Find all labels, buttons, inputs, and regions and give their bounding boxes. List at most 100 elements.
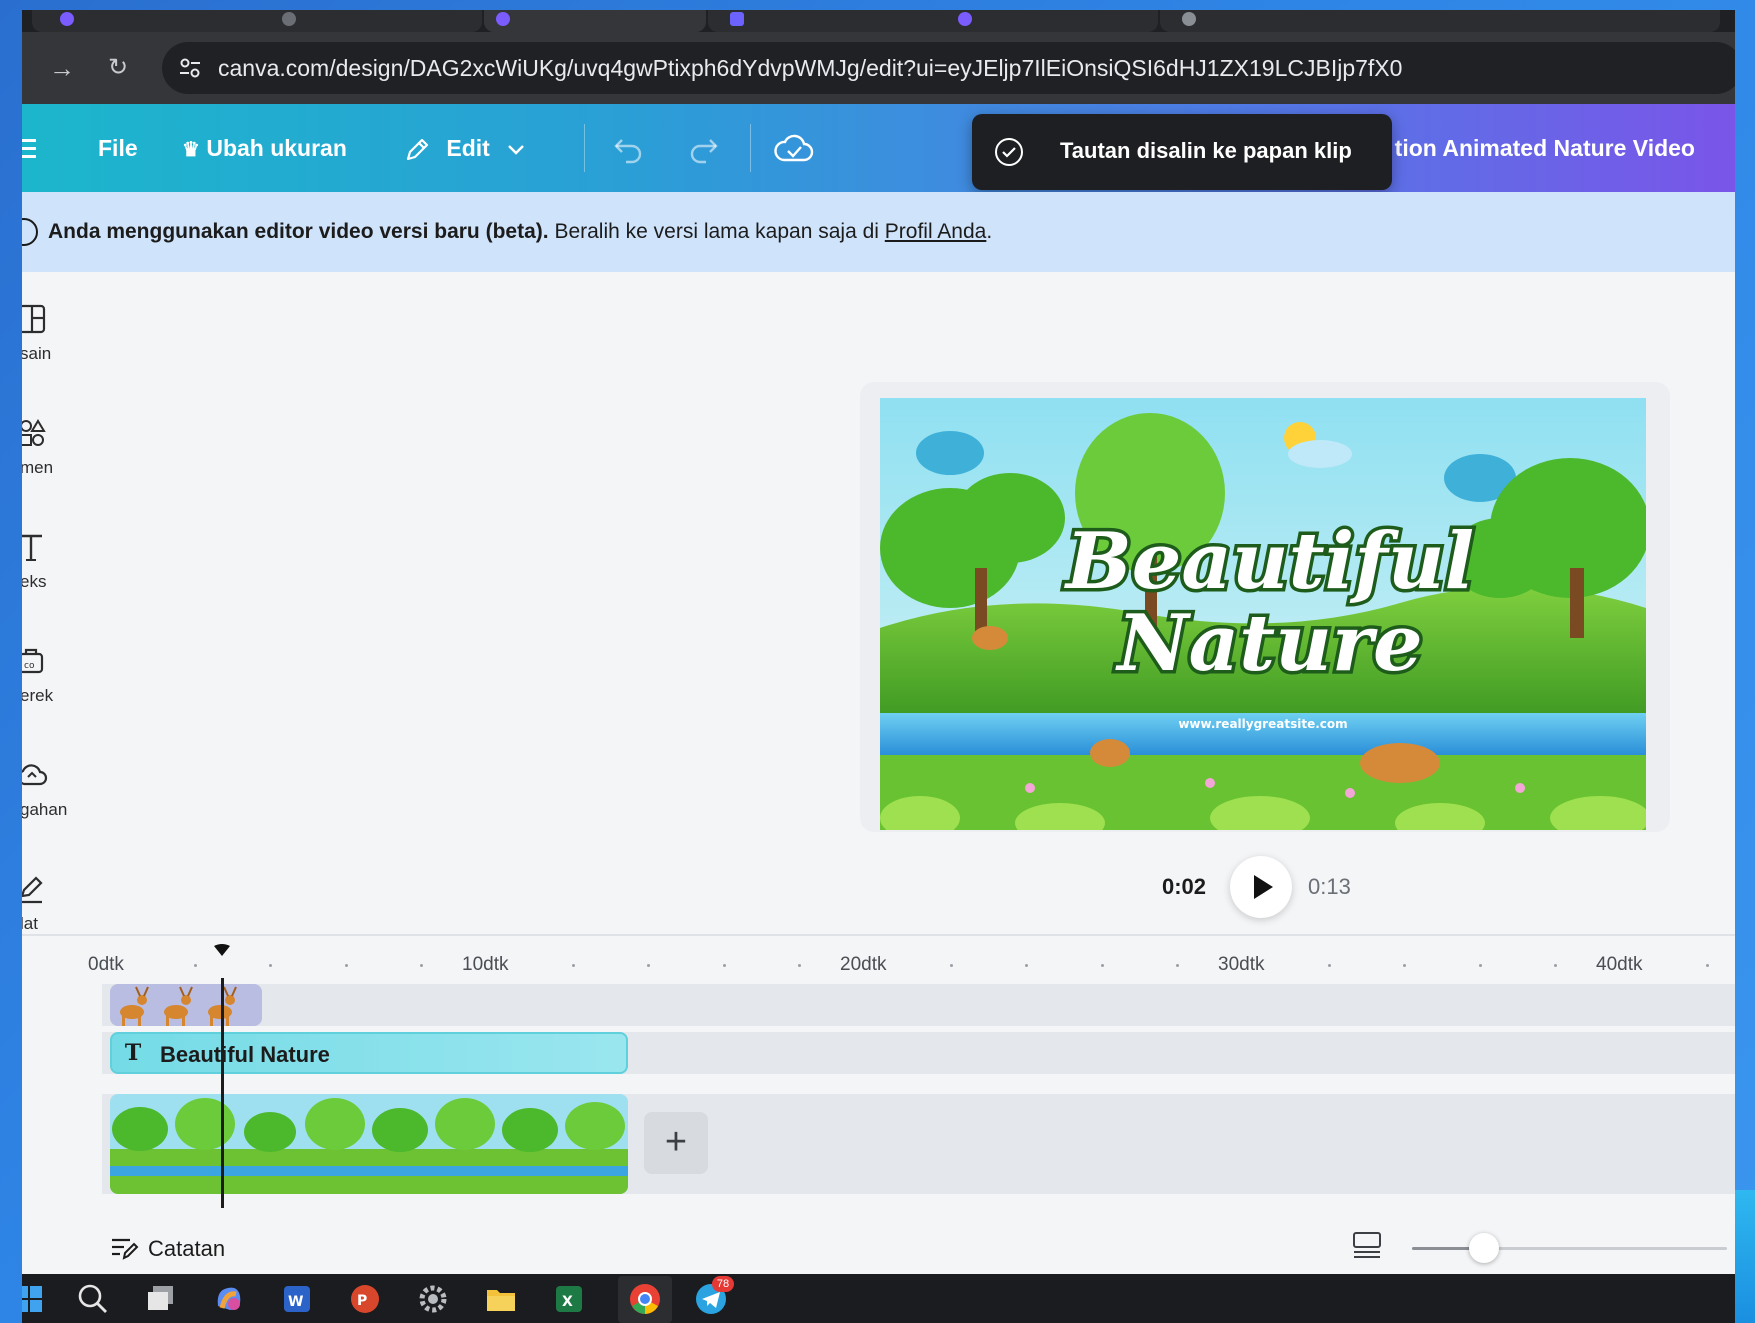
uploads-icon <box>22 764 48 786</box>
timeline-tick-dot <box>193 964 197 967</box>
svg-text:P: P <box>357 1293 367 1309</box>
timeline-tick: 30dtk <box>1218 954 1265 975</box>
editor-header: File ♛ Ubah ukuran Edit tion Animated Na… <box>22 104 1735 192</box>
word-icon[interactable]: W <box>280 1282 314 1316</box>
svg-text:W: W <box>288 1294 303 1310</box>
menu-icon[interactable] <box>22 136 38 160</box>
tab-favicon-icon <box>60 12 74 26</box>
tab-favicon-icon <box>282 12 296 26</box>
timeline-tick-dot <box>1705 964 1709 967</box>
powerpoint-icon[interactable]: P <box>348 1282 382 1316</box>
timeline-tick-dot <box>344 964 348 967</box>
deer-animation-clip[interactable] <box>110 984 262 1026</box>
chrome-icon[interactable] <box>628 1282 662 1316</box>
add-clip-button[interactable]: + <box>644 1112 708 1174</box>
sidebar-item-text[interactable]: eks <box>22 500 102 600</box>
video-thumbnail-strip <box>110 1094 628 1194</box>
file-explorer-icon[interactable] <box>484 1282 518 1316</box>
undo-icon[interactable] <box>612 134 646 164</box>
sidebar-item-label: gahan <box>22 800 68 819</box>
copilot-icon[interactable] <box>212 1282 246 1316</box>
chevron-down-icon <box>508 145 525 155</box>
timeline-tick-dot <box>571 964 575 967</box>
search-icon[interactable] <box>76 1282 110 1316</box>
svg-text:co: co <box>24 661 35 671</box>
url-bar[interactable]: canva.com/design/DAG2xcWiUKg/uvq4gwPtixp… <box>162 42 1735 94</box>
task-view-icon[interactable] <box>144 1282 178 1316</box>
telegram-unread-badge: 78 <box>712 1276 734 1292</box>
timeline-tick-dot <box>420 964 424 967</box>
windows-start-icon[interactable] <box>22 1282 48 1316</box>
timeline-tick-dot <box>1327 964 1331 967</box>
play-button[interactable] <box>1230 856 1292 918</box>
sidebar-item-draw[interactable]: lat <box>22 842 102 942</box>
timeline-tick-dot <box>722 964 726 967</box>
browser-tab[interactable] <box>32 10 482 32</box>
design-canvas[interactable]: Beautiful Nature www.reallygreatsite.com <box>880 398 1646 830</box>
telegram-button[interactable]: 78 <box>694 1276 734 1318</box>
site-settings-icon[interactable] <box>176 54 204 82</box>
forward-arrow-icon[interactable]: → <box>44 50 80 86</box>
playhead-marker-icon[interactable] <box>212 942 232 962</box>
header-divider <box>584 124 585 172</box>
timeline-tick-dot <box>647 964 651 967</box>
desktop-accent <box>1735 1190 1755 1323</box>
notes-label: Catatan <box>148 1236 226 1261</box>
preview-title-line2: Nature <box>1114 598 1422 689</box>
timeline-tick-dot <box>1478 964 1482 967</box>
resize-label: Ubah ukuran <box>206 135 347 161</box>
excel-icon[interactable]: X <box>552 1282 586 1316</box>
playhead[interactable] <box>221 978 224 1208</box>
sidebar-item-label: erek <box>22 686 54 705</box>
text-clip[interactable]: T Beautiful Nature <box>110 1032 628 1074</box>
beta-editor-banner: Anda menggunakan editor video versi baru… <box>22 192 1735 272</box>
current-time: 0:02 <box>1162 874 1207 899</box>
banner-body-text: Beralih ke versi lama kapan saja di <box>548 220 885 243</box>
text-type-icon: T <box>124 1040 142 1066</box>
design-icon <box>22 304 46 334</box>
tab-favicon-icon <box>1182 12 1196 26</box>
header-divider <box>750 124 751 172</box>
total-time: 0:13 <box>1308 874 1351 899</box>
timeline-tick-dot <box>1554 964 1558 967</box>
zoom-slider-thumb[interactable] <box>1469 1233 1500 1263</box>
settings-gear-icon[interactable] <box>416 1282 450 1316</box>
play-icon <box>1254 875 1273 899</box>
sidebar-item-brand[interactable]: co erek <box>22 614 102 714</box>
check-circle-icon <box>995 138 1023 166</box>
timeline-tick-dot <box>798 964 802 967</box>
edit-menu-button[interactable]: Edit <box>402 104 526 192</box>
info-icon <box>22 218 38 246</box>
editor-footer: Catatan <box>22 1224 1735 1274</box>
preview-title-line1: Beautiful <box>1064 516 1474 607</box>
timeline-tick-dot <box>949 964 953 967</box>
redo-icon[interactable] <box>686 134 720 164</box>
sidebar-item-label: sain <box>22 344 52 363</box>
sidebar-item-elements[interactable]: men <box>22 386 102 486</box>
timeline-tick-dot <box>269 964 273 967</box>
profile-link[interactable]: Profil Anda <box>885 220 987 243</box>
sidebar-item-label: eks <box>22 572 47 591</box>
sidebar-item-uploads[interactable]: gahan <box>22 728 102 828</box>
design-title[interactable]: tion Animated Nature Video <box>1395 104 1695 192</box>
banner-text: Anda menggunakan editor video versi baru… <box>48 220 992 244</box>
svg-text:X: X <box>562 1294 573 1310</box>
browser-tab[interactable] <box>1160 10 1720 32</box>
video-clip[interactable] <box>110 1094 628 1194</box>
reload-icon[interactable]: ↻ <box>100 50 136 86</box>
grid-view-icon[interactable] <box>1350 1228 1384 1262</box>
brand-icon: co <box>22 648 44 674</box>
resize-button[interactable]: ♛ Ubah ukuran <box>182 104 347 192</box>
zoom-slider[interactable] <box>1412 1233 1727 1263</box>
tab-favicon-icon <box>730 12 744 26</box>
cloud-saved-icon[interactable] <box>774 132 814 164</box>
notes-icon <box>112 1238 139 1260</box>
banner-end: . <box>986 220 993 243</box>
screen: → ↻ canva.com/design/DAG2xcWiUKg/uvq4gwP… <box>22 10 1735 1323</box>
file-menu-button[interactable]: File <box>98 104 138 192</box>
browser-tab[interactable] <box>708 10 1158 32</box>
browser-tab-active[interactable] <box>484 10 706 32</box>
sidebar-item-design[interactable]: sain <box>22 272 102 372</box>
pencil-icon <box>406 138 429 161</box>
timeline-tick: 0dtk <box>88 954 124 975</box>
